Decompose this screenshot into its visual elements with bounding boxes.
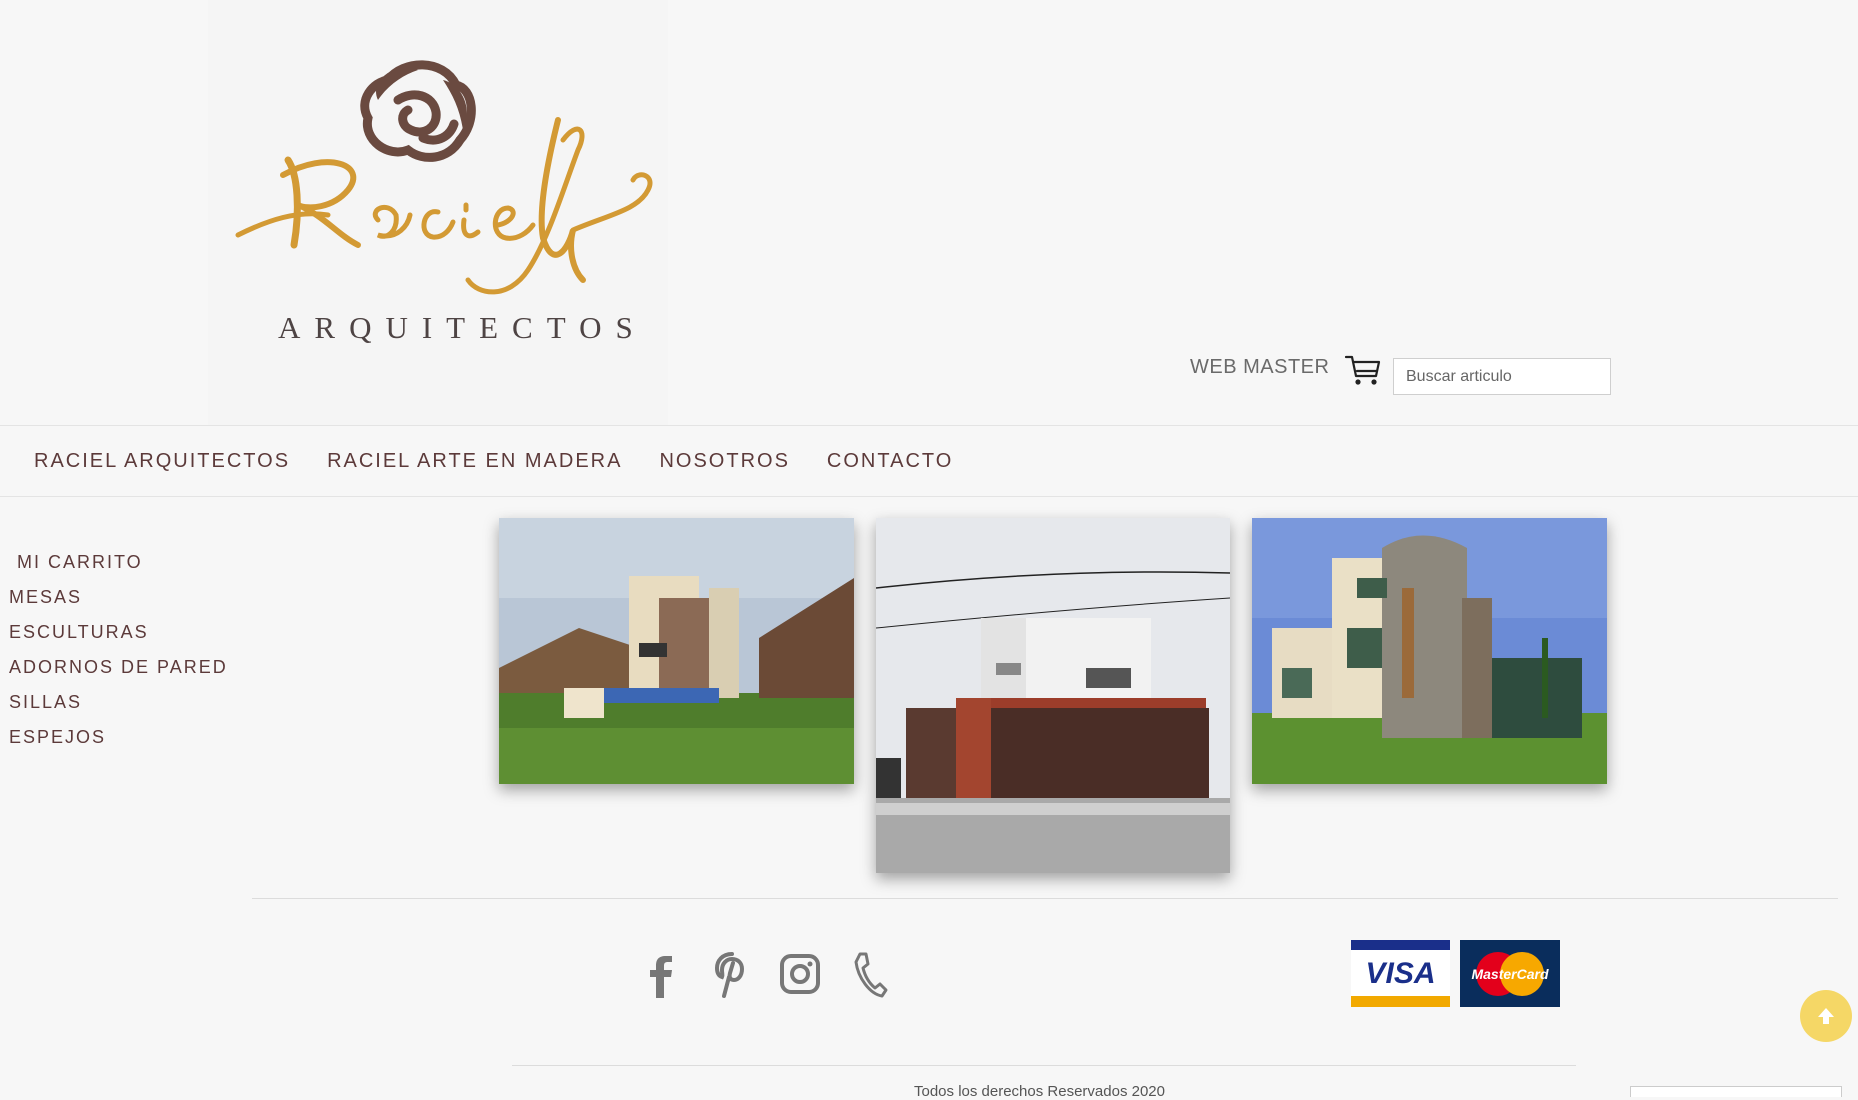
webmaster-link[interactable]: WEB MASTER [1190, 356, 1329, 379]
mastercard-icon: MasterCard [1460, 940, 1560, 1007]
footer-bottom-divider [512, 1065, 1576, 1066]
arrow-up-icon [1818, 1008, 1834, 1024]
sidebar-item-sillas[interactable]: SILLAS [0, 690, 228, 725]
sidebar-item-adornos-de-pared[interactable]: ADORNOS DE PARED [0, 655, 228, 690]
nav-item-raciel-arquitectos[interactable]: RACIEL ARQUITECTOS [34, 450, 290, 473]
visa-label: VISA [1365, 957, 1435, 990]
sidebar-item-mesas[interactable]: MESAS [0, 585, 228, 620]
visa-card-icon: VISA [1351, 940, 1450, 1007]
mastercard-label: MasterCard [1471, 966, 1548, 982]
nav-item-nosotros[interactable]: NOSOTROS [659, 450, 789, 473]
sidebar-item-mi-carrito[interactable]: MI CARRITO [0, 550, 228, 585]
pinterest-icon[interactable] [710, 948, 754, 1000]
nav-item-contacto[interactable]: CONTACTO [827, 450, 953, 473]
category-sidebar: MI CARRITO MESAS ESCULTURAS ADORNOS DE P… [0, 550, 228, 760]
facebook-icon[interactable] [640, 948, 684, 1000]
scroll-to-top-button[interactable] [1800, 990, 1852, 1042]
gallery-photo-house-3[interactable] [1252, 518, 1607, 784]
brand-subtitle: ARQUITECTOS [278, 310, 647, 345]
phone-icon[interactable] [848, 948, 892, 1000]
nav-item-raciel-arte-en-madera[interactable]: RACIEL ARTE EN MADERA [327, 450, 622, 473]
shopping-cart-icon[interactable] [1344, 352, 1382, 392]
gallery-photo-house-2[interactable] [876, 518, 1230, 873]
main-navigation: RACIEL ARQUITECTOS RACIEL ARTE EN MADERA… [0, 425, 1858, 497]
site-header: ARQUITECTOS WEB MASTER [0, 0, 1858, 425]
gallery-photo-house-1[interactable] [499, 518, 854, 784]
footer-divider [252, 898, 1838, 899]
search-input[interactable] [1393, 358, 1611, 395]
sidebar-item-espejos[interactable]: ESPEJOS [0, 725, 228, 760]
sidebar-item-esculturas[interactable]: ESCULTURAS [0, 620, 228, 655]
instagram-icon[interactable] [778, 948, 822, 1000]
bottom-widget [1630, 1086, 1842, 1097]
copyright-text: Todos los derechos Reservados 2020 [914, 1083, 1165, 1100]
